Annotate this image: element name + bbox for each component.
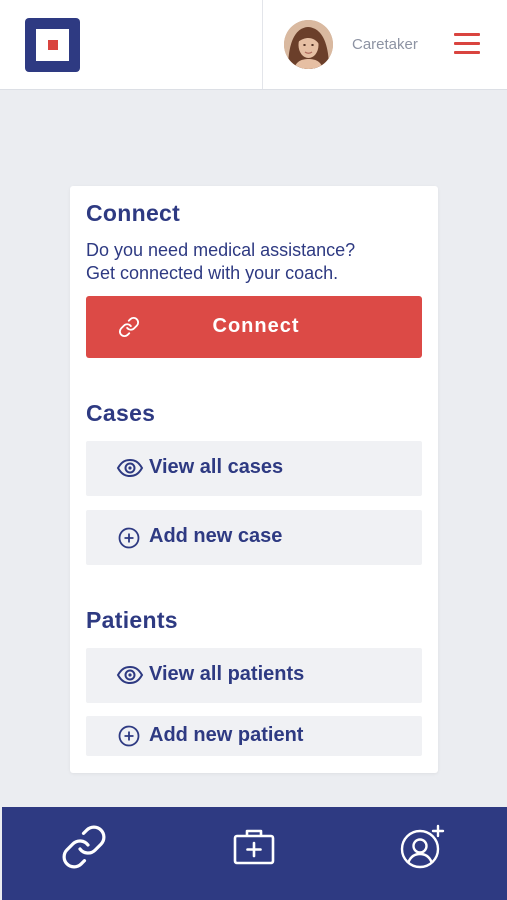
connect-description-line2: Get connected with your coach. xyxy=(86,263,339,283)
connect-title: Connect xyxy=(86,200,181,226)
plus-circle-icon xyxy=(116,725,144,747)
dashboard-card: Connect Do you need medical assistance? … xyxy=(70,186,438,773)
user-role-label: Caretaker xyxy=(352,36,418,53)
logo-icon[interactable] xyxy=(25,18,80,72)
connect-description-line1: Do you need medical assistance? xyxy=(86,240,356,260)
add-new-case-button[interactable]: Add new case xyxy=(86,510,422,565)
view-all-patients-button[interactable]: View all patients xyxy=(86,648,422,703)
add-new-case-label: Add new case xyxy=(149,525,283,547)
view-all-cases-label: View all cases xyxy=(149,456,284,478)
connect-button-label: Connect xyxy=(212,315,300,337)
connect-description: Do you need medical assistance? Get conn… xyxy=(86,239,355,285)
menu-icon[interactable] xyxy=(454,33,480,55)
connect-button[interactable]: Connect xyxy=(86,296,422,358)
bottom-navigation xyxy=(2,807,507,900)
header-divider xyxy=(262,0,263,89)
cases-title: Cases xyxy=(86,400,156,426)
patients-title: Patients xyxy=(86,607,178,633)
avatar[interactable] xyxy=(284,20,333,69)
view-all-cases-button[interactable]: View all cases xyxy=(86,441,422,496)
eye-icon xyxy=(116,458,144,478)
add-user-icon[interactable] xyxy=(398,823,446,871)
eye-icon xyxy=(116,665,144,685)
add-new-patient-button[interactable]: Add new patient xyxy=(86,716,422,756)
nav-connect-link-icon[interactable] xyxy=(60,823,108,871)
add-new-patient-label: Add new patient xyxy=(149,724,304,746)
app-header: Caretaker xyxy=(0,0,507,90)
medical-kit-icon[interactable] xyxy=(230,823,278,871)
view-all-patients-label: View all patients xyxy=(149,663,305,685)
plus-circle-icon xyxy=(116,527,144,549)
